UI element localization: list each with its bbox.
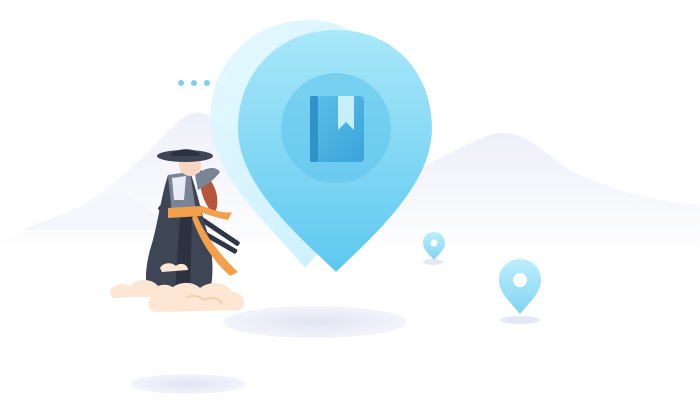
illustration-svg [0,20,700,394]
empty-state-illustration [0,0,700,416]
medium-location-pin-icon [499,259,541,314]
bookmark-book-icon [310,96,364,162]
three-dots [178,80,210,86]
clouds [110,263,245,312]
